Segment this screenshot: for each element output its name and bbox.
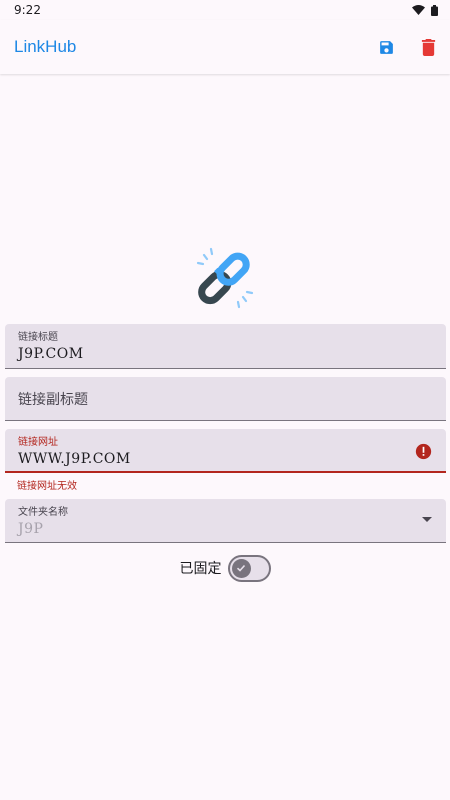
pin-row: 已固定 <box>0 554 450 582</box>
battery-icon <box>431 4 438 16</box>
link-url-field[interactable]: 链接网址 WWW.J9P.COM <box>5 429 446 473</box>
link-title-value[interactable]: J9P.COM <box>18 344 433 364</box>
delete-icon <box>421 38 435 56</box>
dropdown-arrow-icon[interactable] <box>422 517 432 522</box>
pin-switch[interactable] <box>227 554 271 582</box>
pin-label: 已固定 <box>179 560 222 576</box>
hero-link-image <box>190 245 260 311</box>
folder-name-label: 文件夹名称 <box>18 507 68 518</box>
wifi-icon <box>412 5 425 15</box>
chain-link-icon <box>196 247 254 309</box>
link-url-label: 链接网址 <box>18 437 58 448</box>
link-title-label: 链接标题 <box>18 332 58 343</box>
link-subtitle-field[interactable]: 链接副标题 <box>5 377 446 421</box>
save-button[interactable] <box>376 37 396 57</box>
app-actions <box>376 37 438 57</box>
folder-name-value: J9P <box>18 521 44 537</box>
folder-name-field[interactable]: 文件夹名称 J9P <box>5 499 446 543</box>
link-url-value[interactable]: WWW.J9P.COM <box>18 449 433 469</box>
status-time: 9:22 <box>14 3 41 17</box>
link-subtitle-placeholder: 链接副标题 <box>18 390 88 407</box>
app-bar: LinkHub <box>0 20 450 74</box>
status-bar: 9:22 <box>0 0 450 20</box>
check-icon <box>236 564 246 572</box>
save-icon <box>379 40 393 54</box>
link-url-error-text: 链接网址无效 <box>17 481 77 492</box>
link-title-field[interactable]: 链接标题 J9P.COM <box>5 324 446 369</box>
app-title: LinkHub <box>14 37 77 56</box>
status-icons <box>412 4 438 16</box>
delete-button[interactable] <box>418 37 438 57</box>
switch-thumb <box>231 558 251 578</box>
error-icon <box>415 443 432 460</box>
